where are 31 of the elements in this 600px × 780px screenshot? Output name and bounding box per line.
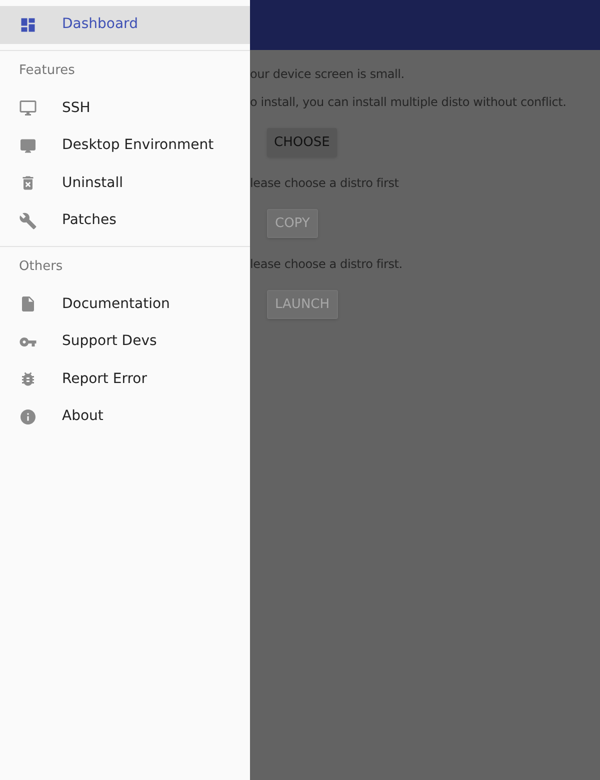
drawer-item[interactable]: Dashboard <box>0 6 250 44</box>
item-label: Documentation <box>62 294 170 314</box>
item-label: About <box>62 407 104 426</box>
drawer-item[interactable]: Documentation <box>0 286 250 323</box>
drawer-item[interactable]: About <box>0 398 250 436</box>
status-text: lease choose a distro first <box>250 175 400 192</box>
drawer-item[interactable]: Uninstall <box>0 164 250 202</box>
item-label: SSH <box>62 98 90 118</box>
item-label: Desktop Environment <box>62 136 214 156</box>
drawer-item[interactable]: SSH <box>0 90 250 127</box>
section-header: Others <box>18 258 64 276</box>
drawer-item[interactable]: Desktop Environment <box>0 127 250 164</box>
item-label: Patches <box>62 211 116 230</box>
status-text: our device screen is small. <box>250 66 406 83</box>
status-text: lease choose a distro first. <box>250 256 404 273</box>
item-label: Report Error <box>62 370 147 389</box>
item-label: Dashboard <box>62 15 138 34</box>
wrench-icon <box>19 212 37 230</box>
status-text: o install, you can install multiple disto without conflict. <box>250 94 568 111</box>
document-icon <box>19 295 37 314</box>
monitor-icon <box>19 99 37 118</box>
drawer-item[interactable]: Patches <box>0 202 250 240</box>
item-label: Support Devs <box>62 332 157 352</box>
drawer-item[interactable]: Report Error <box>0 360 250 398</box>
item-label: Uninstall <box>62 174 124 193</box>
desktop-icon <box>19 136 37 155</box>
bug-icon <box>19 370 37 388</box>
drawer-item[interactable]: Support Devs <box>0 323 250 360</box>
dashboard-icon <box>19 16 37 34</box>
section-header: Features <box>18 62 76 80</box>
info-icon <box>19 408 37 426</box>
